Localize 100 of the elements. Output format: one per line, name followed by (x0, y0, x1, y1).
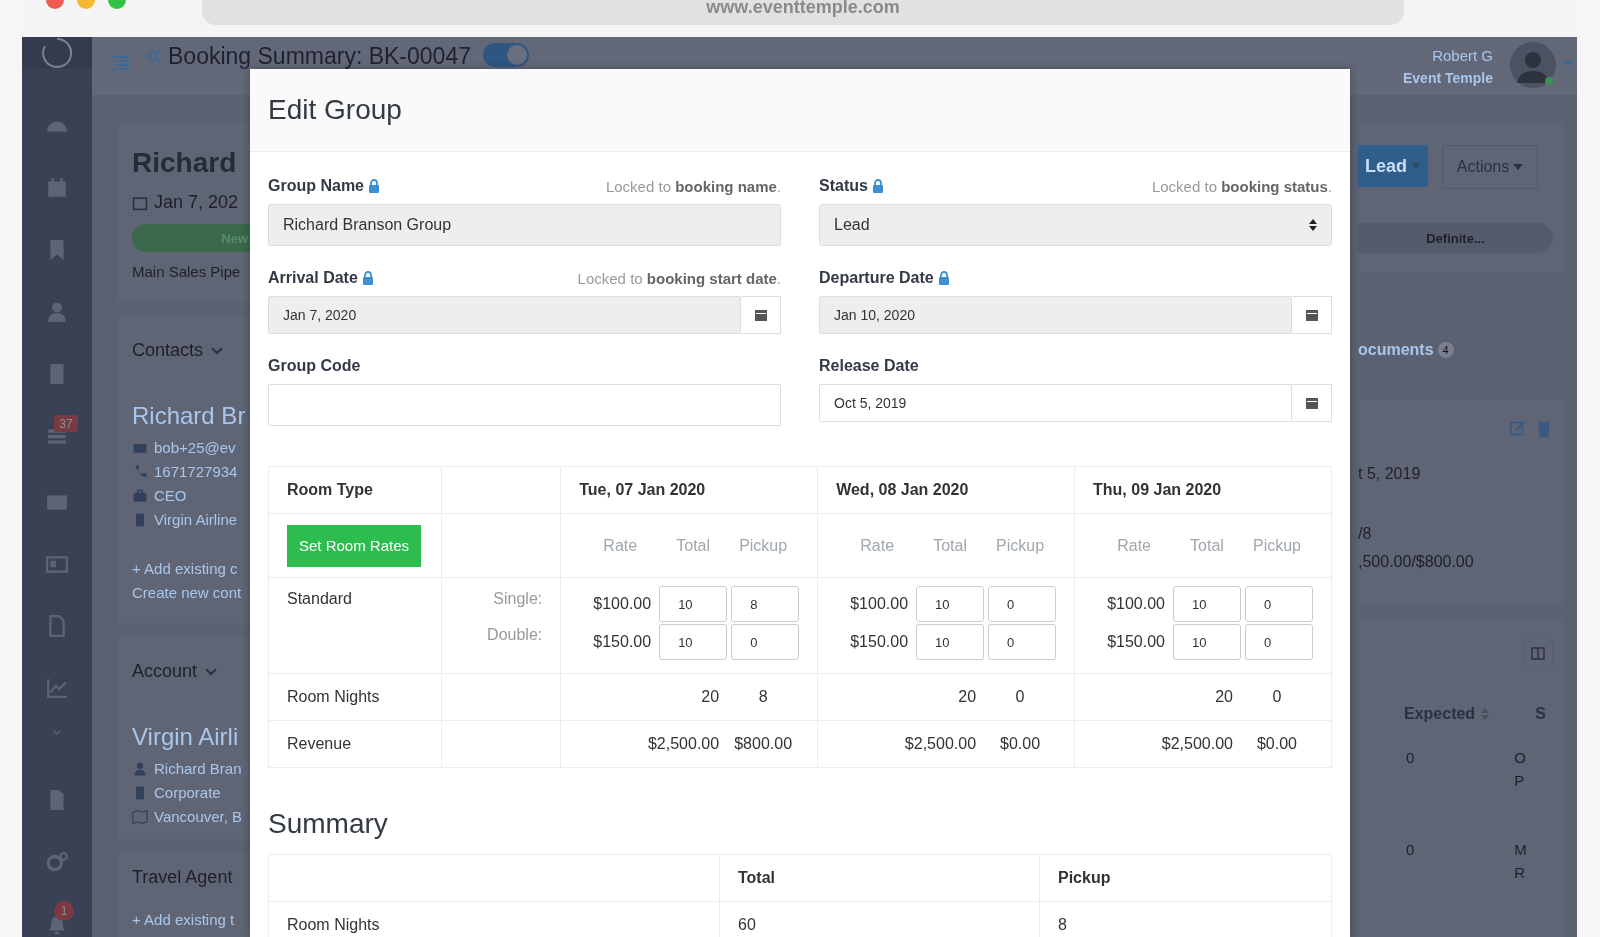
sort-icon[interactable] (1481, 707, 1490, 721)
total-rooms-field[interactable]: 10 (659, 586, 728, 622)
contact-name[interactable]: Richard Br (132, 402, 250, 430)
total-rooms-field[interactable]: 10 (916, 586, 985, 622)
table-cell-text: 8 (757, 688, 769, 706)
column-subheader: Pickup (1252, 536, 1302, 555)
room-type-name: Standard (287, 590, 352, 607)
date-field[interactable]: Jan 7, 2020 (268, 296, 741, 334)
revenue-ratio: ,500.00/$800.00 (1358, 553, 1475, 571)
documents-tab[interactable]: ocuments (1358, 341, 1434, 359)
column-subheader: Rate (859, 536, 896, 555)
text-field[interactable]: Richard Branson Group (268, 204, 781, 246)
column-subheader: Pickup (738, 536, 789, 555)
columns-icon[interactable] (1523, 639, 1553, 669)
section-heading[interactable]: Travel Agent (132, 867, 250, 888)
account-contact[interactable]: Richard Bran (154, 760, 242, 777)
pickup-field[interactable]: 0 (988, 586, 1057, 622)
caret-icon[interactable] (1563, 61, 1573, 67)
row-label: Room Nights (287, 688, 380, 705)
address-bar[interactable]: www.eventtemple.com (202, 0, 1404, 25)
avatar[interactable] (1509, 41, 1557, 89)
column-subheader: Total (932, 536, 968, 555)
table-cell: O (1514, 749, 1526, 766)
column-header: Pickup (1058, 869, 1111, 886)
select-arrows-icon (1309, 218, 1317, 232)
pickup-field[interactable]: 0 (731, 624, 800, 660)
caret-icon (1513, 164, 1524, 170)
column-header: Wed, 08 Jan 2020 (836, 481, 969, 498)
contact-email[interactable]: bob+25@ev (154, 439, 236, 456)
release-date: t 5, 2019 (1358, 465, 1422, 483)
briefcase-icon (132, 487, 148, 504)
table-cell-text: $0.00 (1255, 735, 1298, 753)
text-field[interactable] (268, 384, 781, 426)
calendar-button[interactable] (741, 296, 781, 334)
field-label: Release Date (819, 357, 919, 375)
add-agent-link[interactable]: + Add existing t (132, 911, 250, 928)
notification-badge: 1 (54, 901, 74, 921)
chart-icon[interactable] (46, 677, 68, 699)
user-icon[interactable] (46, 301, 68, 323)
pickup-field[interactable]: 0 (1245, 624, 1313, 660)
table-cell: R (1514, 864, 1527, 881)
booking-name: Richard (132, 147, 238, 179)
table-cell-text: $0.00 (999, 735, 1042, 753)
table-cell: M (1514, 841, 1527, 858)
section-heading[interactable]: Contacts (132, 340, 250, 361)
pickup-field[interactable]: 0 (1245, 586, 1313, 622)
page-title-text: Booking Summary: BK-00047 (168, 43, 471, 69)
section-heading[interactable]: Account (132, 661, 250, 682)
create-contact-link[interactable]: Create new cont (132, 584, 250, 601)
total-rooms-field[interactable]: 10 (1173, 586, 1241, 622)
lock-note: Locked to booking status. (1151, 177, 1332, 195)
calendar-icon (1304, 396, 1319, 410)
toggle-switch[interactable] (483, 43, 529, 67)
set-room-rates-button[interactable]: Set Room Rates (287, 524, 422, 567)
column-subheader: Rate (602, 536, 639, 555)
column-header: Thu, 09 Jan 2020 (1093, 481, 1222, 498)
document-icon[interactable] (46, 615, 68, 637)
field-label: Departure Date (819, 269, 934, 287)
table-cell-text: 20 (700, 688, 721, 706)
status-select[interactable]: Lead (819, 204, 1332, 246)
pickup-field[interactable]: 8 (731, 586, 800, 622)
status-button[interactable]: Lead (1358, 145, 1428, 187)
calendar-icon (753, 308, 768, 322)
occupancy-label: Single: (493, 590, 543, 608)
column-subheader: Pickup (995, 536, 1046, 555)
pickup-ratio: /8 (1358, 525, 1373, 543)
organization-name: Event Temple (1403, 70, 1493, 86)
total-rooms-field[interactable]: 10 (1173, 624, 1241, 660)
id-card-icon[interactable] (46, 553, 68, 575)
add-contact-link[interactable]: + Add existing c (132, 560, 250, 577)
account-type: Corporate (154, 784, 221, 801)
date-field[interactable]: Jan 10, 2020 (819, 296, 1292, 334)
calendar-button[interactable] (1292, 296, 1332, 334)
back-icon[interactable] (146, 48, 162, 64)
calendar-button[interactable] (1292, 384, 1332, 422)
date-field[interactable]: Oct 5, 2019 (819, 384, 1292, 422)
table-cell-text: $2,500.00 (1160, 735, 1234, 753)
calendar-icon[interactable] (46, 177, 68, 199)
count-badge: 4 (1437, 342, 1454, 358)
contact-phone[interactable]: 1671727934 (154, 463, 238, 480)
table-cell-text: 20 (957, 688, 978, 706)
table-cell: 8 (1058, 916, 1067, 933)
menu-icon[interactable] (110, 55, 130, 71)
section-title: Summary (268, 808, 389, 840)
table-cell: 60 (738, 916, 756, 933)
account-name[interactable]: Virgin Airli (132, 723, 250, 751)
total-rooms-field[interactable]: 10 (659, 624, 728, 660)
logo-icon[interactable] (41, 37, 73, 69)
total-rooms-field[interactable]: 10 (916, 624, 985, 660)
contact-company[interactable]: Virgin Airline (154, 511, 238, 528)
count-badge: 37 (54, 415, 78, 432)
pickup-field[interactable]: 0 (988, 624, 1057, 660)
field-label: Group Name (268, 177, 364, 195)
booking-date: Jan 7, 202 (154, 192, 239, 213)
field-label: Status (819, 177, 868, 195)
stage-pill[interactable]: Definite... (1358, 223, 1553, 253)
map-icon (132, 808, 148, 825)
trash-icon[interactable] (1535, 419, 1553, 437)
rate-value: $150.00 (592, 633, 653, 651)
edit-icon[interactable] (1509, 419, 1527, 437)
